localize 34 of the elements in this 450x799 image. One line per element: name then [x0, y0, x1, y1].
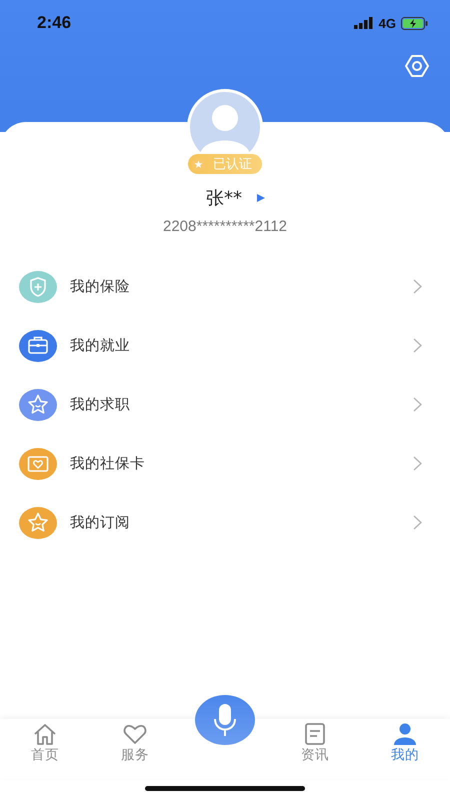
menu-label: 我的就业 — [70, 337, 131, 355]
network-label: 4G — [378, 16, 396, 30]
home-icon — [33, 723, 57, 745]
shield-icon — [19, 270, 57, 302]
briefcase-icon — [19, 330, 57, 362]
person-icon — [393, 723, 417, 745]
menu-label: 我的订阅 — [70, 514, 131, 532]
microphone-icon — [213, 703, 237, 737]
signal-icon — [354, 17, 374, 29]
chevron-right-icon — [413, 456, 422, 471]
menu-item[interactable]: 我的就业 — [0, 316, 450, 375]
star-icon — [192, 158, 205, 170]
menu-label: 我的社保卡 — [70, 455, 146, 473]
menu-item[interactable]: 我的社保卡 — [0, 434, 450, 493]
menu-label: 我的求职 — [70, 396, 131, 414]
menu-label: 我的保险 — [70, 278, 131, 296]
menu-item[interactable]: 我的求职 — [0, 375, 450, 434]
menu-item[interactable]: 我的订阅 — [0, 493, 450, 552]
verified-badge: 已认证 — [188, 154, 262, 174]
chevron-right-icon — [413, 515, 422, 530]
chevron-right-icon — [413, 338, 422, 353]
user-name: 张** — [206, 187, 242, 210]
id-number: 2208**********2112 — [163, 218, 287, 235]
heart-icon — [123, 723, 147, 745]
play-icon[interactable] — [256, 193, 266, 203]
news-icon — [303, 723, 327, 745]
battery-icon — [401, 16, 428, 30]
status-time: 2:46 — [37, 13, 72, 33]
chevron-right-icon — [413, 279, 422, 294]
chevron-right-icon — [413, 397, 422, 412]
tab[interactable]: 我的 — [385, 719, 425, 779]
settings-icon[interactable] — [404, 54, 430, 78]
menu-item[interactable]: 我的保险 — [0, 257, 450, 316]
card-icon — [19, 448, 57, 480]
